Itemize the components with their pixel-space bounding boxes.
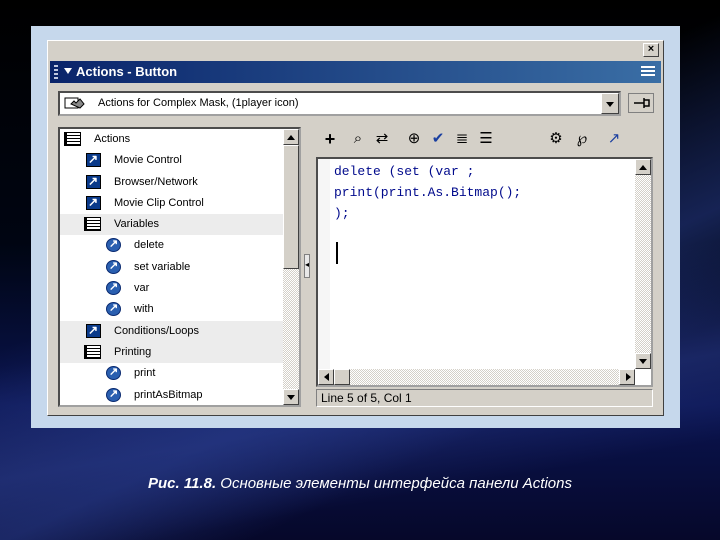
- book-icon: [84, 344, 101, 359]
- tree-item-label: print: [134, 367, 156, 380]
- book-icon: [64, 132, 81, 146]
- tree-item[interactable]: Movie Control: [60, 150, 299, 171]
- find-icon[interactable]: ⌕: [348, 129, 368, 149]
- tree-item-label: Actions: [94, 133, 131, 145]
- editor-hscroll-thumb[interactable]: [334, 369, 350, 385]
- circle-action-icon: [106, 259, 121, 274]
- tree-item[interactable]: Browser/Network: [60, 172, 299, 193]
- tree-item[interactable]: Conditions/Loops: [60, 320, 299, 342]
- panel-title: Actions - Button: [76, 64, 178, 79]
- object-selector-dropdown[interactable]: Actions for Complex Mask, (1player icon): [58, 91, 621, 116]
- tree-item-label: Movie Clip Control: [114, 196, 204, 209]
- toolbox-vertical-scrollbar[interactable]: [283, 129, 299, 405]
- circle-action-icon: [106, 280, 121, 296]
- script-editor[interactable]: delete (set (var ; print(print.As.Bitmap(…: [316, 157, 653, 387]
- tree-item[interactable]: var: [60, 278, 299, 299]
- action-icon: [86, 323, 101, 338]
- editor-horizontal-scrollbar[interactable]: [318, 369, 635, 385]
- code-line-2: print(print.As.Bitmap();: [334, 185, 522, 200]
- tree-item-label: Conditions/Loops: [114, 324, 200, 337]
- tree-item[interactable]: print: [60, 363, 299, 384]
- figure-caption-text: Основные элементы интерфейса панели Acti…: [216, 475, 572, 492]
- splitter-collapse-icon[interactable]: ◂: [304, 254, 310, 278]
- insert-target-path-icon[interactable]: ⊕: [404, 129, 424, 149]
- add-item-icon[interactable]: +: [320, 129, 340, 149]
- panel-title-bar[interactable]: Actions - Button: [50, 61, 661, 83]
- circle-action-icon: [106, 365, 121, 381]
- tree-item-label: Browser/Network: [114, 175, 198, 188]
- reference-icon[interactable]: ⚙: [546, 129, 566, 149]
- editor-scroll-right-button[interactable]: [619, 369, 635, 385]
- editor-scroll-left-button[interactable]: [318, 369, 334, 385]
- action-icon: [86, 195, 101, 210]
- tree-item-label: set variable: [134, 260, 191, 273]
- tree-item[interactable]: Actions: [60, 129, 299, 150]
- circle-action-icon: [106, 237, 121, 253]
- code-line-3: );: [334, 206, 350, 221]
- tree-item-label: delete: [134, 239, 164, 252]
- check-syntax-icon[interactable]: ✔: [428, 129, 448, 149]
- actions-toolbox-tree: Actions Movie Control Browser/Network Movie…: [58, 127, 301, 407]
- scroll-down-button[interactable]: [283, 389, 299, 405]
- tree-item[interactable]: delete: [60, 235, 299, 256]
- scroll-thumb[interactable]: [283, 145, 299, 269]
- auto-format-icon[interactable]: ≣: [452, 129, 472, 149]
- tree-item-label: Movie Control: [114, 154, 182, 167]
- book-icon: [84, 217, 101, 232]
- replace-icon[interactable]: ⇄: [372, 129, 392, 149]
- circle-action-icon: [106, 301, 121, 317]
- text-caret: [336, 242, 338, 264]
- tree-item[interactable]: printAsBitmap: [60, 385, 299, 405]
- script-code[interactable]: delete (set (var ; print(print.As.Bitmap(…: [334, 161, 521, 224]
- button-object-icon: [64, 97, 85, 109]
- tree-item[interactable]: set variable: [60, 257, 299, 278]
- editor-gutter: [318, 159, 330, 385]
- pane-splitter[interactable]: ◂: [303, 127, 312, 407]
- collapse-arrow-icon[interactable]: [64, 68, 72, 74]
- view-options-icon[interactable]: ↗: [604, 129, 624, 149]
- figure-caption: Рис. 11.8. Основные элементы интерфейса …: [0, 475, 720, 492]
- tree-item[interactable]: Variables: [60, 214, 299, 236]
- debug-options-icon[interactable]: ℘: [572, 129, 592, 149]
- tree-item[interactable]: Movie Clip Control: [60, 193, 299, 214]
- status-bar: Line 5 of 5, Col 1: [316, 389, 653, 407]
- pin-script-icon[interactable]: [628, 93, 654, 113]
- show-code-hint-icon[interactable]: ☰: [476, 129, 496, 149]
- panel-options-menu-icon[interactable]: [641, 66, 655, 78]
- action-icon: [86, 152, 101, 168]
- action-icon: [86, 174, 101, 189]
- drag-grip-icon[interactable]: [54, 65, 58, 79]
- scroll-up-button[interactable]: [283, 129, 299, 145]
- editor-scroll-down-button[interactable]: [635, 353, 651, 369]
- editor-vertical-scrollbar[interactable]: [635, 159, 651, 369]
- code-line-1: delete (set (var ;: [334, 164, 475, 179]
- tree-item[interactable]: with: [60, 299, 299, 320]
- tree-item-label: Variables: [114, 218, 160, 231]
- close-button[interactable]: ×: [643, 43, 659, 57]
- dropdown-arrow-button[interactable]: [601, 93, 619, 114]
- window-top-bar: ×: [48, 41, 663, 59]
- tree-item[interactable]: Printing: [60, 341, 299, 364]
- object-selector-value: Actions for Complex Mask, (1player icon): [98, 97, 299, 109]
- tree-item-label: with: [134, 303, 154, 316]
- tree-item-label: printAsBitmap: [134, 388, 203, 401]
- circle-action-icon: [106, 387, 121, 402]
- tree-item-label: var: [134, 282, 150, 295]
- actions-panel-window: × Actions - Button Actions for Complex M…: [47, 40, 664, 416]
- tree-item-label: Printing: [114, 345, 152, 358]
- editor-scroll-up-button[interactable]: [635, 159, 651, 175]
- script-toolbar: + ⌕ ⇄ ⊕ ✔ ≣ ☰ ⚙ ℘ ↗: [318, 127, 658, 153]
- figure-number: Рис. 11.8.: [148, 475, 217, 492]
